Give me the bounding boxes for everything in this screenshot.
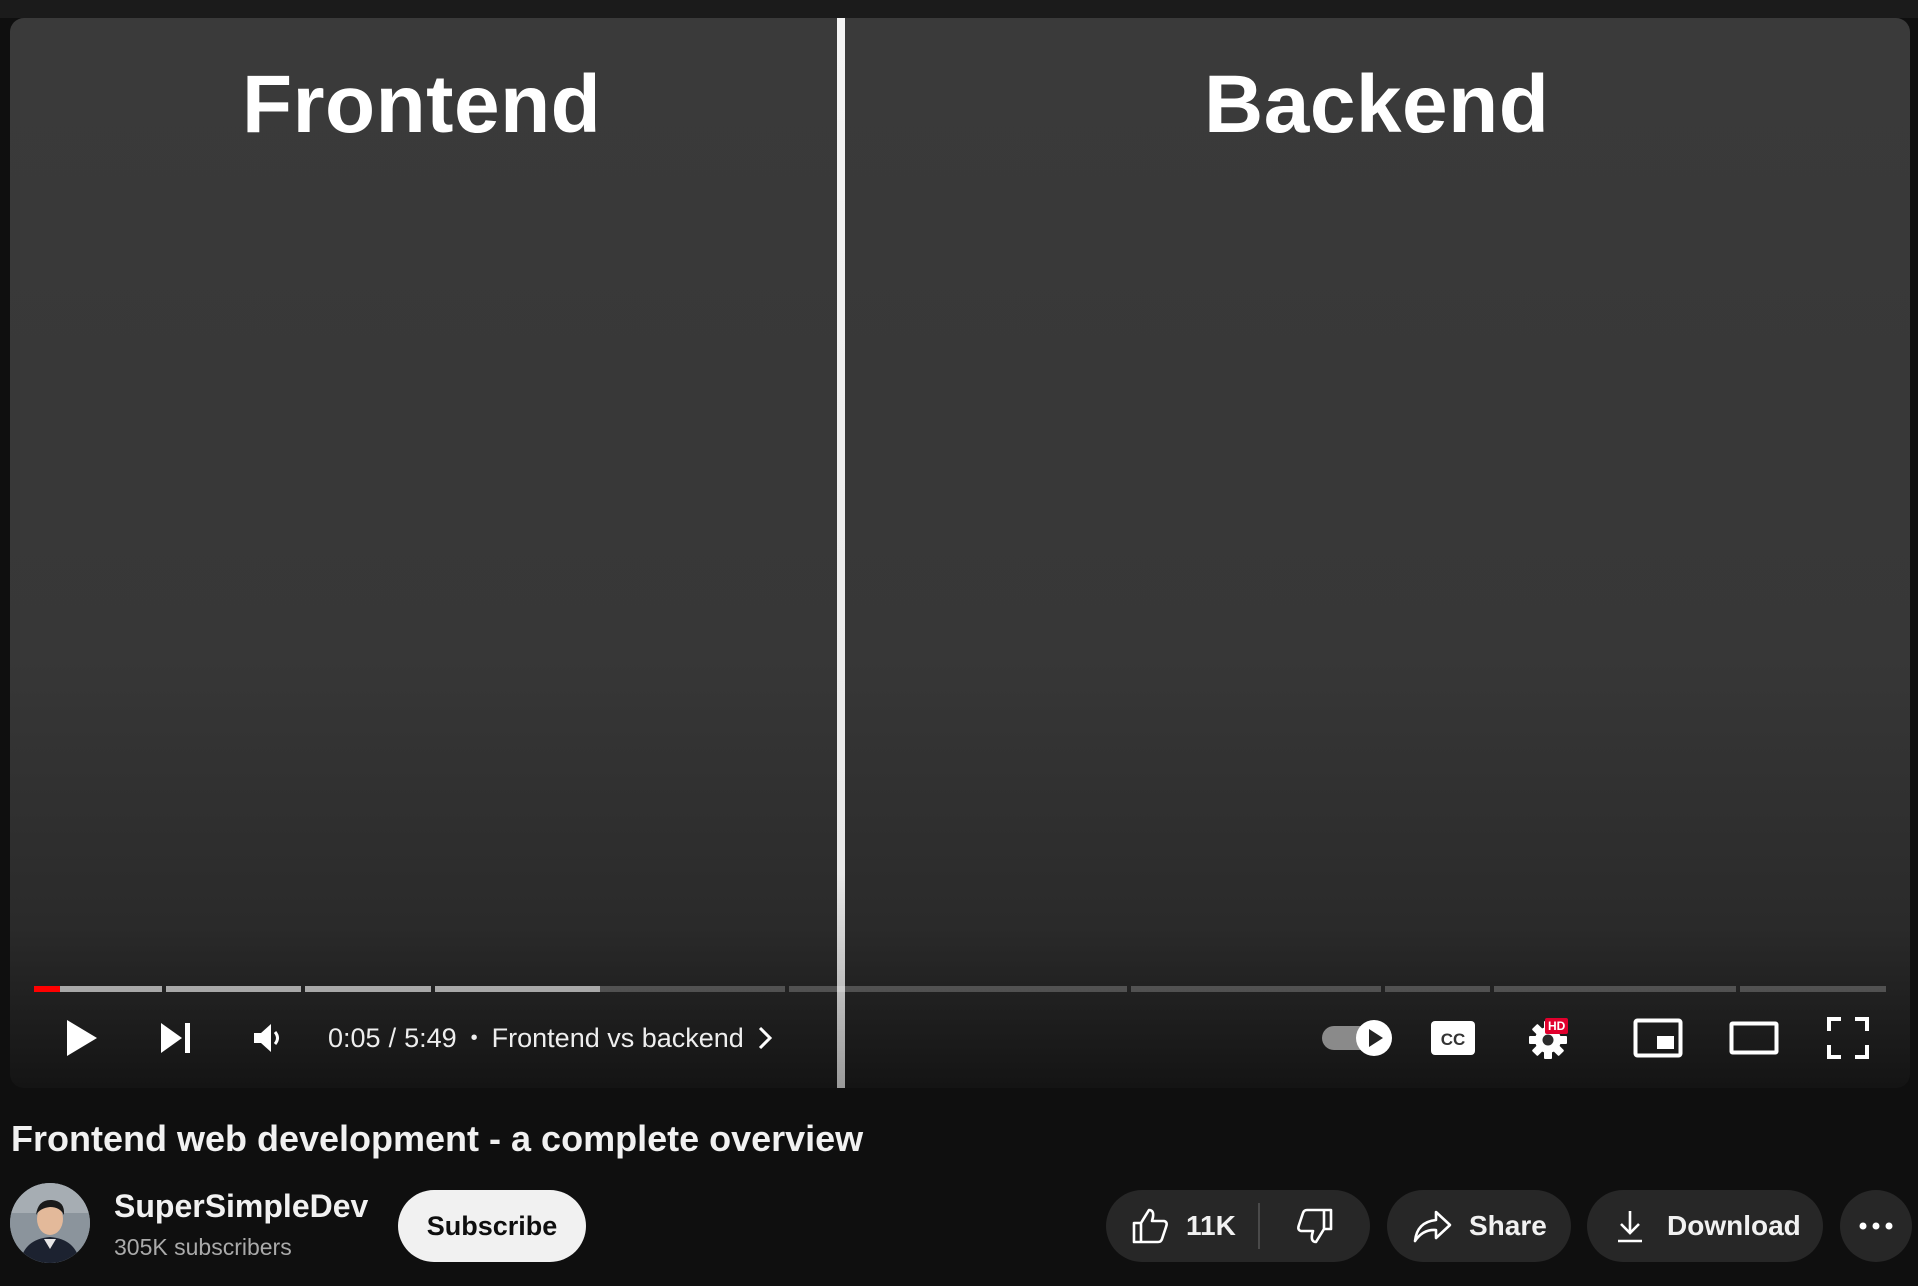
fullscreen-icon: [1827, 1017, 1869, 1059]
top-strip: [0, 0, 1918, 18]
autoplay-toggle-icon: [1322, 1020, 1392, 1056]
chapter-segment[interactable]: [1740, 986, 1886, 992]
subscribe-button[interactable]: Subscribe: [398, 1190, 586, 1262]
chapter-segment[interactable]: [435, 986, 785, 992]
avatar-image: [10, 1183, 90, 1263]
play-icon: [67, 1020, 97, 1056]
thumbs-down-icon: [1296, 1208, 1333, 1244]
chapter-segment[interactable]: [789, 986, 1127, 992]
chevron-right-icon[interactable]: [756, 1025, 774, 1051]
download-label: Download: [1667, 1210, 1801, 1241]
time-display: 0:05 / 5:49 • Frontend vs backend: [328, 1008, 774, 1068]
like-dislike-group: 11K: [1106, 1190, 1370, 1262]
share-button[interactable]: Share: [1387, 1190, 1571, 1262]
captions-button[interactable]: CC: [1428, 1016, 1478, 1060]
hd-badge: HD: [1545, 1018, 1569, 1034]
dislike-button[interactable]: [1260, 1190, 1370, 1262]
frontend-heading: Frontend: [242, 59, 602, 150]
total-time: 5:49: [404, 1022, 457, 1053]
dot-separator: •: [470, 1026, 478, 1049]
chapter-segment[interactable]: [166, 986, 301, 992]
player-controls: 0:05 / 5:49 • Frontend vs backend CC HD: [10, 1008, 1910, 1068]
theater-mode-button[interactable]: [1726, 1018, 1782, 1058]
settings-button[interactable]: HD: [1520, 1014, 1576, 1062]
share-icon: [1413, 1210, 1452, 1243]
video-title: Frontend web development - a complete ov…: [11, 1118, 864, 1159]
more-actions-button[interactable]: [1840, 1190, 1912, 1262]
subscriber-count: 305K subscribers: [114, 1234, 292, 1260]
share-label: Share: [1469, 1210, 1547, 1241]
miniplayer-button[interactable]: [1630, 1016, 1686, 1060]
download-icon: [1618, 1211, 1642, 1243]
volume-icon: [254, 1024, 279, 1052]
theater-icon: [1729, 1021, 1779, 1055]
autoplay-toggle[interactable]: [1320, 1018, 1396, 1058]
chapter-segment[interactable]: [1131, 986, 1381, 992]
chapter-segment[interactable]: [1385, 986, 1490, 992]
miniplayer-icon: [1633, 1018, 1683, 1058]
mute-button[interactable]: [246, 1016, 290, 1060]
backend-heading: Backend: [1204, 59, 1550, 150]
progress-bar[interactable]: [34, 986, 1886, 992]
next-button[interactable]: [154, 1016, 198, 1060]
more-horizontal-icon: [1859, 1222, 1893, 1230]
chapter-segment[interactable]: [34, 986, 162, 992]
center-divider: [837, 18, 845, 1088]
chapter-segment[interactable]: [305, 986, 431, 992]
channel-avatar[interactable]: [10, 1183, 90, 1263]
like-count: 11K: [1186, 1210, 1236, 1241]
download-button[interactable]: Download: [1587, 1190, 1823, 1262]
like-button[interactable]: 11K: [1106, 1190, 1258, 1262]
cc-icon: CC: [1431, 1021, 1475, 1055]
played-fill: [34, 986, 60, 992]
video-player[interactable]: Frontend Backend 0:05 / 5:49 • Frontend …: [10, 18, 1910, 1088]
thumbs-up-icon: [1132, 1208, 1168, 1244]
chapter-title[interactable]: Frontend vs backend: [492, 1023, 744, 1054]
time-separator: /: [388, 1022, 397, 1053]
svg-text:CC: CC: [1441, 1030, 1466, 1049]
chapter-segment[interactable]: [1494, 986, 1736, 992]
next-icon: [161, 1023, 190, 1053]
current-time: 0:05: [328, 1022, 381, 1053]
channel-name[interactable]: SuperSimpleDev: [114, 1188, 368, 1225]
play-button[interactable]: [60, 1016, 104, 1060]
fullscreen-button[interactable]: [1824, 1014, 1872, 1062]
